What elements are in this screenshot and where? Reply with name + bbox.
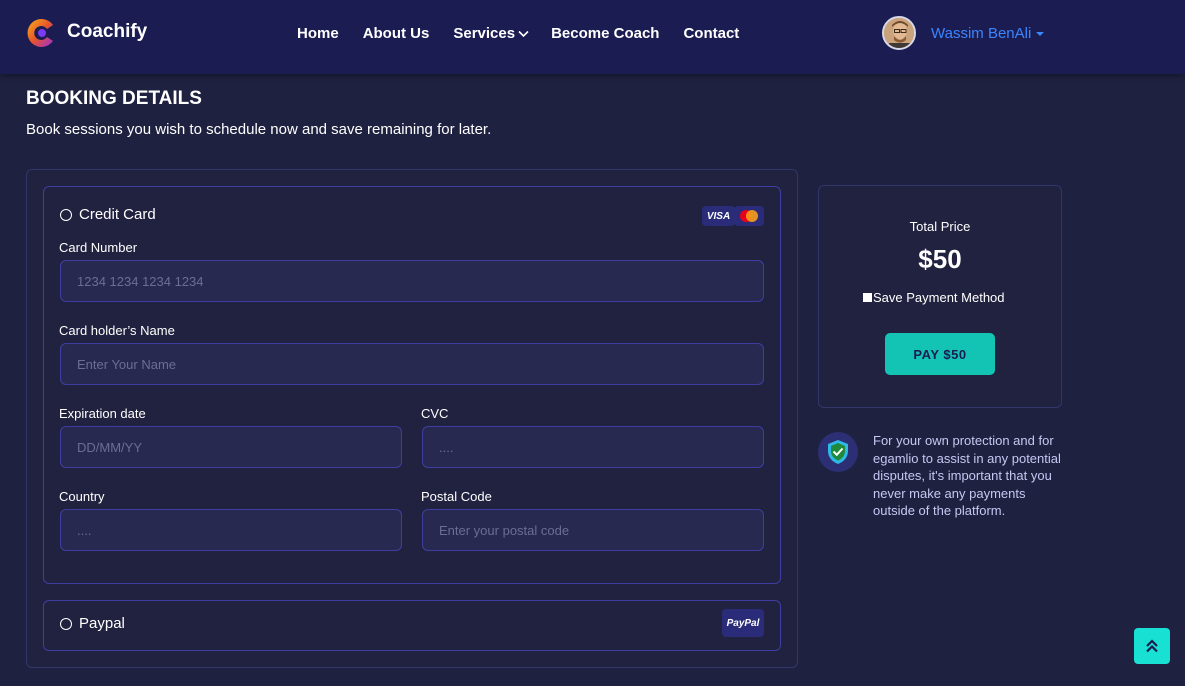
user-name: Wassim BenAli xyxy=(931,25,1032,42)
paypal-radio[interactable] xyxy=(60,618,72,630)
protection-note: For your own protection and for egamlio … xyxy=(873,433,1061,518)
double-chevron-up-icon xyxy=(1146,639,1158,653)
credit-card-radio[interactable] xyxy=(60,209,72,221)
shield-check-icon xyxy=(818,432,858,472)
paypal-label[interactable]: Paypal xyxy=(79,615,125,632)
nav-contact[interactable]: Contact xyxy=(683,25,739,42)
nav-home[interactable]: Home xyxy=(297,25,339,42)
pay-button[interactable]: PAY $50 xyxy=(885,333,995,375)
visa-icon: VISA xyxy=(702,206,735,226)
coachify-logo-icon[interactable] xyxy=(27,17,57,49)
page-subtitle: Book sessions you wish to schedule now a… xyxy=(26,121,492,138)
chevron-down-icon xyxy=(518,30,529,37)
paypal-icon: PayPal xyxy=(722,609,764,637)
main-nav: Home About Us Services Become Coach Cont… xyxy=(297,25,763,42)
brand-name[interactable]: Coachify xyxy=(67,21,147,43)
total-price-value: $50 xyxy=(918,244,962,274)
postal-code-input[interactable] xyxy=(422,509,764,551)
expiration-label: Expiration date xyxy=(59,406,146,421)
cvc-input[interactable] xyxy=(422,426,764,468)
country-input[interactable] xyxy=(60,509,402,551)
avatar-portrait-icon xyxy=(884,18,914,48)
scroll-to-top-button[interactable] xyxy=(1134,628,1170,664)
nav-services[interactable]: Services xyxy=(453,25,529,42)
user-menu[interactable]: Wassim BenAli xyxy=(931,25,1045,42)
save-payment-label: Save Payment Method xyxy=(873,290,1005,305)
user-avatar[interactable] xyxy=(882,16,916,50)
nav-become-coach[interactable]: Become Coach xyxy=(551,25,659,42)
cvc-label: CVC xyxy=(421,406,449,421)
card-number-input[interactable] xyxy=(60,260,764,302)
holder-name-label: Card holder’s Name xyxy=(59,323,175,338)
total-price-label: Total Price xyxy=(909,219,971,234)
caret-down-icon xyxy=(1036,32,1045,36)
postal-code-label: Postal Code xyxy=(421,489,492,504)
mastercard-icon xyxy=(734,206,764,226)
holder-name-input[interactable] xyxy=(60,343,764,385)
credit-card-label[interactable]: Credit Card xyxy=(79,206,156,223)
country-label: Country xyxy=(59,489,105,504)
top-navbar: Coachify Home About Us Services Become C… xyxy=(0,0,1185,74)
expiration-input[interactable] xyxy=(60,426,402,468)
nav-services-label: Services xyxy=(453,25,516,42)
save-payment-checkbox[interactable] xyxy=(863,293,872,302)
nav-about-us[interactable]: About Us xyxy=(363,25,430,42)
card-number-label: Card Number xyxy=(59,240,138,255)
paypal-option[interactable] xyxy=(43,600,781,651)
save-payment-method[interactable]: Save Payment Method xyxy=(863,290,1005,305)
page-title: BOOKING DETAILS xyxy=(26,88,202,109)
